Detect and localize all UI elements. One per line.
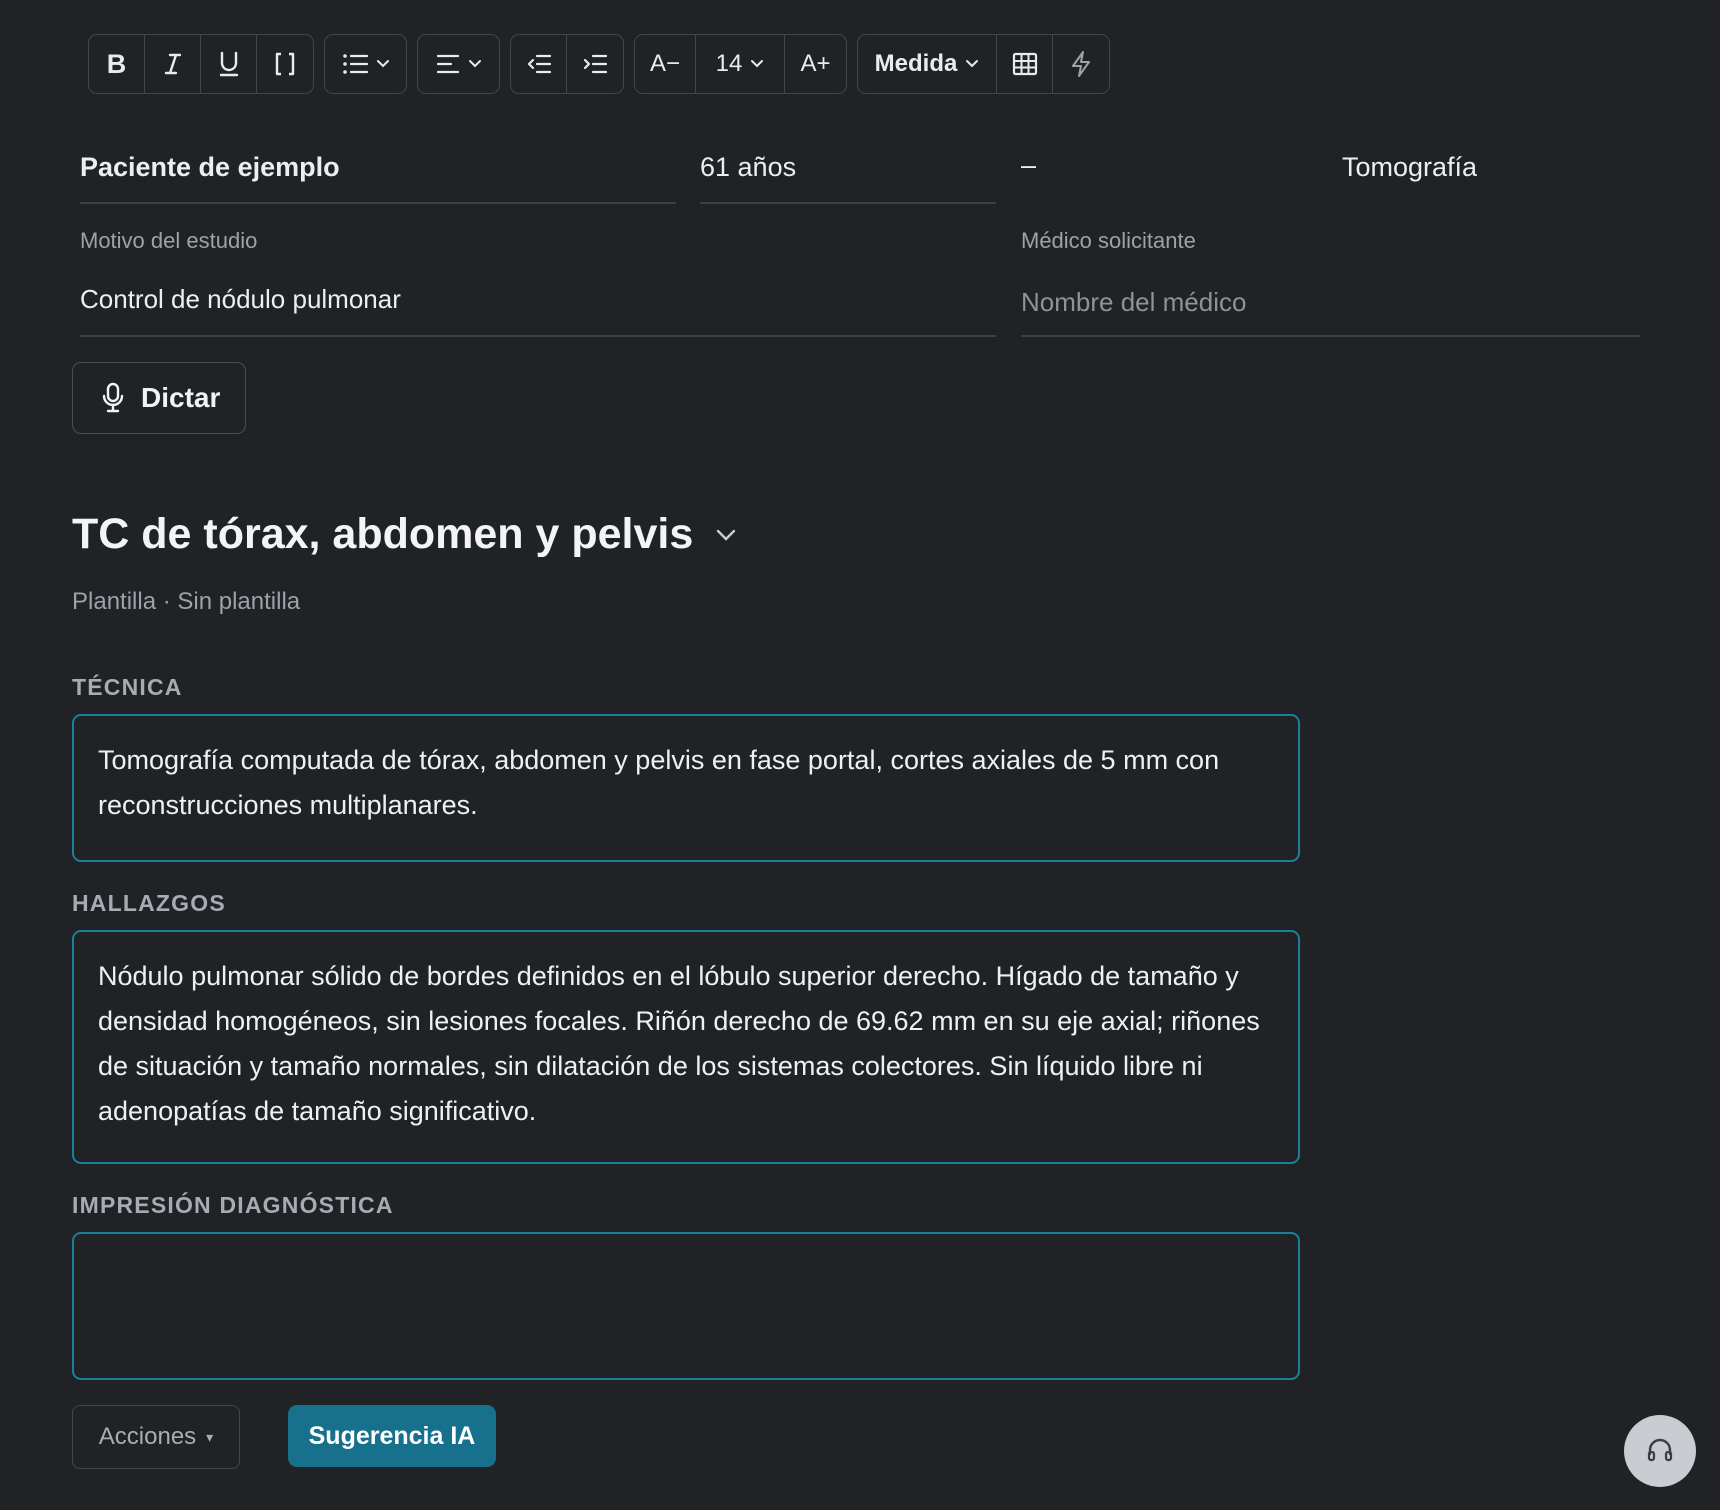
patient-age-underline bbox=[700, 202, 996, 204]
reason-label: Motivo del estudio bbox=[80, 228, 258, 253]
report-title: TC de tórax, abdomen y pelvis bbox=[72, 510, 694, 558]
indent-group bbox=[510, 34, 624, 94]
indent-icon bbox=[583, 54, 608, 74]
underline-icon bbox=[219, 51, 238, 77]
actions-label: Acciones bbox=[98, 1423, 197, 1450]
patient-name-underline bbox=[80, 202, 676, 204]
text-style-group: B bbox=[88, 34, 314, 94]
reason-underline bbox=[80, 335, 996, 337]
bullet-list-icon bbox=[342, 54, 368, 74]
section-label-hallazgos: HALLAZGOS bbox=[72, 890, 226, 916]
headset-icon bbox=[1647, 1438, 1673, 1462]
support-button[interactable] bbox=[1624, 1415, 1696, 1487]
style-dropdown-button[interactable]: Medida bbox=[858, 35, 997, 93]
hallazgos-textarea[interactable]: Nódulo pulmonar sólido de bordes definid… bbox=[72, 930, 1300, 1164]
align-left-icon bbox=[436, 54, 459, 74]
chevron-down-icon bbox=[751, 60, 764, 68]
bold-button[interactable]: B bbox=[89, 35, 145, 93]
chevron-down-icon bbox=[468, 60, 481, 68]
style-label: Medida bbox=[874, 50, 958, 77]
font-size-select[interactable]: 14 bbox=[696, 35, 785, 93]
lightning-icon bbox=[1072, 51, 1090, 77]
dictate-button[interactable]: Dictar bbox=[72, 362, 246, 434]
study-modality[interactable]: Tomografía bbox=[1342, 152, 1477, 183]
bold-icon: B bbox=[106, 48, 127, 79]
italic-button[interactable] bbox=[145, 35, 201, 93]
outdent-button[interactable] bbox=[511, 35, 567, 93]
doctor-underline bbox=[1021, 335, 1640, 337]
microphone-icon bbox=[102, 382, 124, 413]
template-info: Plantilla · Sin plantilla bbox=[72, 588, 301, 615]
doctor-input[interactable]: Nombre del médico bbox=[1021, 287, 1246, 318]
align-dropdown-button[interactable] bbox=[418, 35, 499, 93]
patient-age[interactable]: 61 años bbox=[700, 152, 796, 183]
font-increase-label: A+ bbox=[800, 50, 831, 77]
list-dropdown-button[interactable] bbox=[325, 35, 406, 93]
font-size-group: A− 14 A+ bbox=[634, 34, 847, 94]
brackets-button[interactable] bbox=[257, 35, 313, 93]
quick-action-button[interactable] bbox=[1053, 35, 1109, 93]
ai-suggestion-label: Sugerencia IA bbox=[308, 1421, 476, 1450]
ai-suggestion-button[interactable]: Sugerencia IA bbox=[288, 1405, 496, 1467]
insert-table-button[interactable] bbox=[997, 35, 1053, 93]
doctor-label: Médico solicitante bbox=[1021, 228, 1196, 253]
chevron-down-icon bbox=[966, 60, 979, 68]
font-decrease-label: A− bbox=[649, 50, 681, 77]
align-group bbox=[417, 34, 500, 94]
chevron-down-icon bbox=[376, 60, 389, 68]
insert-group: Medida bbox=[857, 34, 1110, 94]
actions-dropdown-button[interactable]: Acciones ▾ bbox=[72, 1405, 240, 1469]
section-label-impresion: IMPRESIÓN DIAGNÓSTICA bbox=[72, 1192, 394, 1218]
chevron-down-icon bbox=[717, 529, 736, 541]
caret-down-icon: ▾ bbox=[206, 1428, 214, 1445]
dictate-label: Dictar bbox=[141, 382, 221, 413]
indent-button[interactable] bbox=[567, 35, 623, 93]
font-increase-button[interactable]: A+ bbox=[785, 35, 846, 93]
section-label-tecnica: TÉCNICA bbox=[72, 674, 183, 700]
impresion-textarea[interactable] bbox=[72, 1232, 1300, 1380]
tecnica-textarea[interactable]: Tomografía computada de tórax, abdomen y… bbox=[72, 714, 1300, 862]
font-size-value: 14 bbox=[715, 50, 743, 77]
table-icon bbox=[1012, 52, 1037, 76]
font-decrease-button[interactable]: A− bbox=[635, 35, 696, 93]
list-group bbox=[324, 34, 407, 94]
italic-icon bbox=[164, 53, 181, 75]
outdent-icon bbox=[527, 54, 551, 74]
patient-sex[interactable]: – bbox=[1021, 150, 1036, 181]
patient-name[interactable]: Paciente de ejemplo bbox=[80, 152, 340, 183]
report-title-dropdown[interactable]: TC de tórax, abdomen y pelvis bbox=[72, 510, 737, 559]
formatting-toolbar: B A− 14 A+ Medida bbox=[88, 34, 1110, 94]
underline-button[interactable] bbox=[201, 35, 257, 93]
reason-input[interactable]: Control de nódulo pulmonar bbox=[80, 284, 401, 315]
brackets-icon bbox=[275, 52, 295, 76]
